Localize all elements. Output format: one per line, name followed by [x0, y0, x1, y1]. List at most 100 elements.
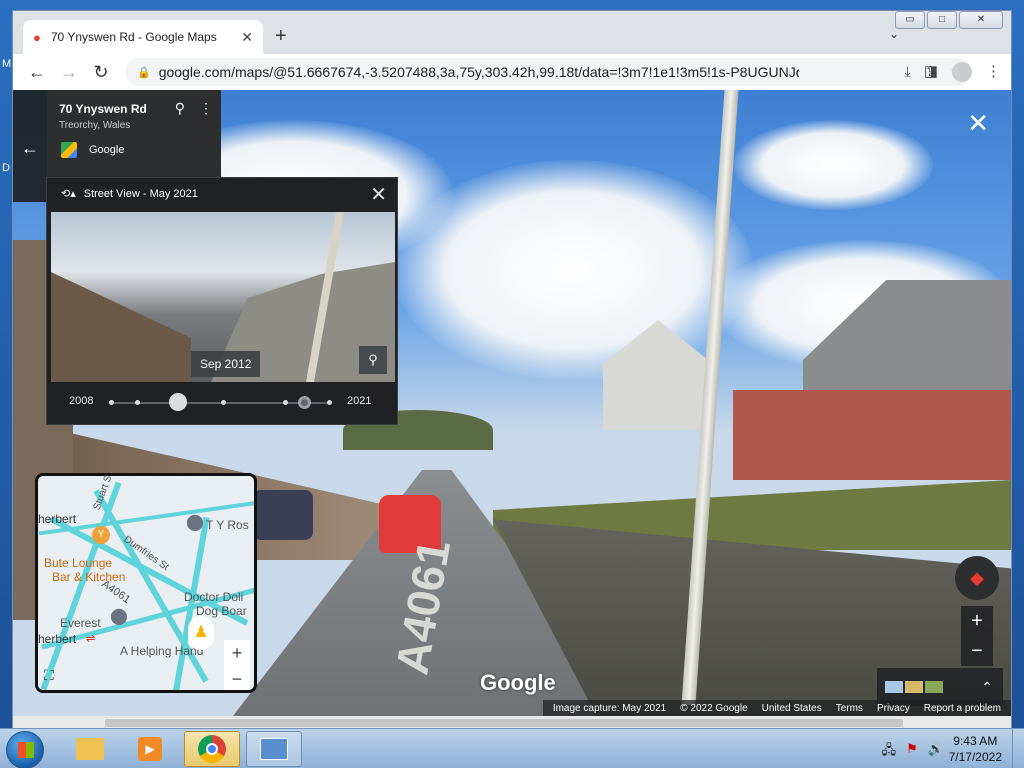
tab-google-maps[interactable]: ● 70 Ynyswen Rd - Google Maps ✕ — [23, 20, 263, 54]
maps-favicon-icon: ● — [33, 29, 41, 45]
start-button[interactable] — [6, 731, 44, 768]
show-desktop-button[interactable] — [1012, 729, 1024, 768]
tab-search-chevron-icon[interactable]: ⌄ — [889, 27, 899, 41]
scrollbar-thumb[interactable] — [105, 719, 903, 727]
historic-preview-image[interactable]: Sep 2012 ⚲ — [51, 212, 395, 382]
explorer-taskbar-button[interactable] — [62, 731, 118, 767]
map-label[interactable]: Doctor Doli — [184, 590, 243, 604]
imagery-thumbnail[interactable] — [905, 681, 923, 693]
timeline-stop[interactable] — [135, 400, 140, 405]
timeline-end-year: 2021 — [347, 395, 372, 407]
browser-menu-icon[interactable]: ⋮ — [986, 62, 1001, 82]
window-controls: ▭ □ ✕ — [895, 11, 1003, 29]
tab-title: 70 Ynyswen Rd - Google Maps — [50, 30, 217, 44]
address-actions: ⚲ ⋮ — [175, 100, 213, 117]
clock[interactable]: 9:43 AM 7/17/2022 — [949, 733, 1002, 765]
timeline-stop[interactable] — [283, 400, 288, 405]
preview-houses — [51, 272, 191, 382]
report-problem-link[interactable]: Report a problem — [924, 703, 1001, 714]
zoom-in-button[interactable]: + — [961, 606, 993, 636]
map-label[interactable]: Bute Lounge — [44, 556, 112, 570]
folder-icon — [76, 738, 104, 760]
browser-toolbar: ← → ↻ 🔒 google.com/maps/@51.6667674,-3.5… — [13, 54, 1011, 90]
terms-link[interactable]: Terms — [836, 703, 863, 714]
location-pin-icon[interactable]: ⚲ — [175, 100, 185, 117]
pegman-icon[interactable]: ♟ — [188, 616, 214, 650]
imagery-thumbnail[interactable] — [925, 681, 943, 693]
forward-button[interactable]: → — [53, 62, 85, 83]
new-tab-button[interactable]: + — [275, 25, 287, 48]
timeline-stop[interactable] — [221, 400, 226, 405]
timeline-track[interactable] — [111, 402, 329, 404]
media-player-icon: ▶ — [138, 737, 162, 761]
google-photos-icon — [61, 142, 77, 158]
copyright: © 2022 Google — [680, 702, 748, 714]
address-title[interactable]: 70 Ynyswen Rd — [59, 102, 147, 116]
history-icon[interactable]: ⟲▴ — [61, 187, 76, 200]
timeline-stop[interactable] — [327, 400, 332, 405]
media-player-taskbar-button[interactable]: ▶ — [122, 731, 178, 767]
zoom-controls: + − — [961, 606, 993, 666]
windows-logo-icon — [18, 742, 34, 758]
mini-map[interactable]: Stuart St ⬤ T Y Ros herbert Y Bute Loung… — [35, 473, 257, 693]
network-icon[interactable]: 🖧 — [882, 741, 897, 763]
install-icon[interactable]: ⤓ — [905, 63, 911, 80]
timeline-start-year: 2008 — [69, 395, 94, 407]
google-watermark: Google — [480, 670, 556, 695]
tab-strip: ● 70 Ynyswen Rd - Google Maps ✕ + ⌄ ▭ □ … — [13, 11, 1011, 54]
timeline-slider[interactable]: 2008 2021 — [61, 390, 385, 414]
region-link[interactable]: United States — [762, 703, 822, 714]
reload-button[interactable]: ↻ — [85, 62, 117, 83]
more-options-icon[interactable]: ⋮ — [199, 100, 213, 117]
timeline-handle[interactable] — [169, 393, 187, 411]
tab-close-icon[interactable]: ✕ — [241, 29, 253, 46]
action-center-icon[interactable]: ⚑ — [906, 741, 918, 763]
minimize-button[interactable]: ▭ — [895, 11, 925, 29]
street-view[interactable]: A4061 ✕ ← 70 Ynyswen Rd Treorchy, Wales … — [13, 90, 1011, 716]
map-label[interactable]: Bar & Kitchen — [52, 570, 125, 584]
close-time-machine-icon[interactable]: ✕ — [370, 182, 387, 207]
rail-station-icon[interactable]: ⇌ — [86, 632, 95, 645]
close-street-view-icon[interactable]: ✕ — [967, 108, 989, 139]
back-button[interactable]: ← — [21, 62, 53, 83]
taskbar: ▶ 🖧 ⚑ 🔊 9:43 AM 7/17/2022 — [0, 728, 1024, 768]
compass-icon[interactable]: ◆ — [955, 556, 999, 600]
time-machine-header[interactable]: ⟲▴ Street View - May 2021 — [61, 187, 198, 201]
time-machine-panel: ⟲▴ Street View - May 2021 ✕ Sep 2012 ⚲ 2… — [46, 177, 398, 425]
image-capture-date: Image capture: May 2021 — [552, 702, 667, 714]
lock-icon[interactable]: 🔒 — [137, 66, 151, 79]
timeline-current-marker[interactable] — [298, 396, 311, 409]
map-label[interactable]: Everest — [60, 616, 101, 630]
zoom-out-button[interactable]: − — [961, 636, 993, 666]
place-pin-icon[interactable]: ⬤ — [186, 512, 204, 532]
map-zoom-in-button[interactable]: + — [224, 640, 250, 666]
maximize-button[interactable]: □ — [927, 11, 957, 29]
attribution-bar: Image capture: May 2021 © 2022 Google Un… — [542, 700, 1011, 716]
hall-front — [733, 390, 1011, 480]
back-arrow-icon[interactable]: ← — [21, 138, 39, 159]
source-label[interactable]: Google — [89, 144, 124, 156]
map-zoom-out-button[interactable]: − — [224, 666, 250, 690]
url-text[interactable]: google.com/maps/@51.6667674,-3.5207488,3… — [159, 64, 799, 80]
control-panel-taskbar-button[interactable] — [246, 731, 302, 767]
side-panel-icon[interactable]: ◨ — [924, 62, 938, 82]
timeline-stop[interactable] — [109, 400, 114, 405]
browser-window: ● 70 Ynyswen Rd - Google Maps ✕ + ⌄ ▭ □ … — [12, 10, 1012, 730]
restaurant-pin-icon[interactable]: Y — [92, 526, 110, 544]
fullscreen-icon[interactable]: ⛶ — [44, 667, 54, 684]
expand-icon[interactable]: ⌃ — [981, 679, 993, 696]
control-panel-icon — [260, 738, 288, 760]
place-pin-icon[interactable]: ⬤ — [110, 606, 128, 626]
zoom-preview-icon[interactable]: ⚲ — [359, 346, 387, 374]
parked-car — [253, 490, 313, 540]
imagery-thumbnail[interactable] — [885, 681, 903, 693]
close-window-button[interactable]: ✕ — [959, 11, 1003, 29]
volume-icon[interactable]: 🔊 — [928, 741, 944, 763]
privacy-link[interactable]: Privacy — [877, 703, 910, 714]
cloud — [393, 160, 753, 380]
map-label[interactable]: T Y Ros — [206, 518, 249, 532]
chrome-taskbar-button[interactable] — [184, 731, 240, 767]
clock-date: 7/17/2022 — [948, 750, 1002, 764]
profile-avatar[interactable] — [952, 62, 972, 82]
address-bar[interactable]: 🔒 google.com/maps/@51.6667674,-3.5207488… — [125, 58, 971, 86]
